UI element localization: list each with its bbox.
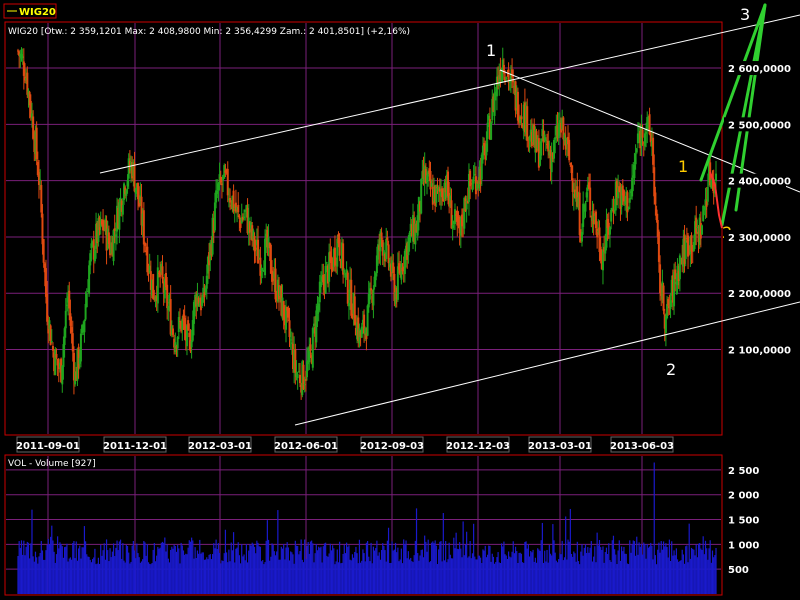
candle-body [64, 310, 67, 329]
date-tick-label: 2012-06-01 [274, 441, 338, 452]
candle-body [472, 176, 475, 184]
candle-body [343, 269, 346, 273]
candle-body [635, 148, 638, 153]
candle-body [490, 122, 493, 140]
volume-y-tick-label: 500 [728, 565, 749, 576]
candle-body [50, 340, 53, 342]
date-tick-label: 2012-03-01 [188, 441, 252, 452]
date-tick-label: 2012-12-03 [446, 441, 510, 452]
candle-body [311, 328, 314, 368]
volume-y-tick-label: 2 500 [728, 466, 759, 477]
candle-body [706, 187, 709, 202]
candle-body [526, 106, 529, 141]
candle-body [298, 374, 301, 384]
volume-y-tick-label: 1 000 [728, 540, 759, 551]
price-y-tick-label: 2 200,0000 [728, 289, 791, 300]
candle-body [83, 320, 86, 333]
candle-body [584, 202, 587, 212]
price-y-tick-label: 2 100,0000 [728, 346, 791, 357]
candle-body [296, 374, 299, 379]
wave-label-2: 2 [666, 360, 676, 379]
candle-body [133, 162, 136, 192]
candle-body [309, 344, 312, 351]
volume-y-tick-label: 2 000 [728, 491, 759, 502]
candle-body [85, 293, 88, 308]
candle-body [372, 288, 375, 306]
candle-body [55, 353, 58, 358]
volume-header: VOL - Volume [927] [8, 459, 96, 469]
date-tick-label: 2012-09-03 [360, 441, 424, 452]
stock-chart: 1 2 3 1 2 2 100,00002 200,00002 300,0000… [0, 0, 800, 600]
candle-body [325, 262, 328, 264]
date-tick-label: 2013-06-03 [610, 441, 674, 452]
candle-body [701, 225, 704, 235]
volume-y-tick-label: 1 500 [728, 516, 759, 527]
wave-label-1: 1 [486, 41, 496, 60]
candle-body [589, 187, 592, 211]
candle-body [370, 288, 373, 291]
candle-body [237, 204, 240, 213]
candle-body [142, 210, 145, 245]
price-y-tick-label: 2 300,0000 [728, 233, 791, 244]
candle-body [121, 204, 124, 215]
date-tick-label: 2013-03-01 [528, 441, 592, 452]
date-tick-label: 2011-09-01 [16, 441, 80, 452]
candle-body [520, 116, 523, 120]
candle-body [171, 328, 174, 335]
candle-body [505, 77, 508, 80]
minor-label-1: 1 [678, 157, 688, 176]
candle-body [641, 129, 644, 138]
candle-body [634, 154, 637, 165]
candle-body [338, 239, 341, 256]
candle-body [79, 333, 82, 362]
candle-body [662, 285, 665, 311]
candle-body [161, 266, 164, 279]
candle-body [380, 232, 383, 239]
legend-tag: WIG20 [19, 7, 56, 18]
price-y-tick-label: 2 400,0000 [728, 177, 791, 188]
candle-body [386, 237, 389, 241]
price-y-tick-label: 2 500,0000 [728, 120, 791, 131]
date-tick-label: 2011-12-01 [103, 441, 167, 452]
price-header: WIG20 [Otw.: 2 359,1201 Max: 2 408,9800 … [8, 27, 410, 37]
candle-body [568, 139, 571, 161]
candle-body [610, 209, 613, 222]
wave-label-3: 3 [740, 5, 750, 24]
candle-body [715, 173, 717, 181]
candle-body [654, 192, 657, 205]
candle-body [42, 239, 45, 263]
candle-body [684, 240, 687, 260]
price-y-tick-label: 2 600,0000 [728, 64, 791, 75]
candle-body [578, 192, 581, 236]
